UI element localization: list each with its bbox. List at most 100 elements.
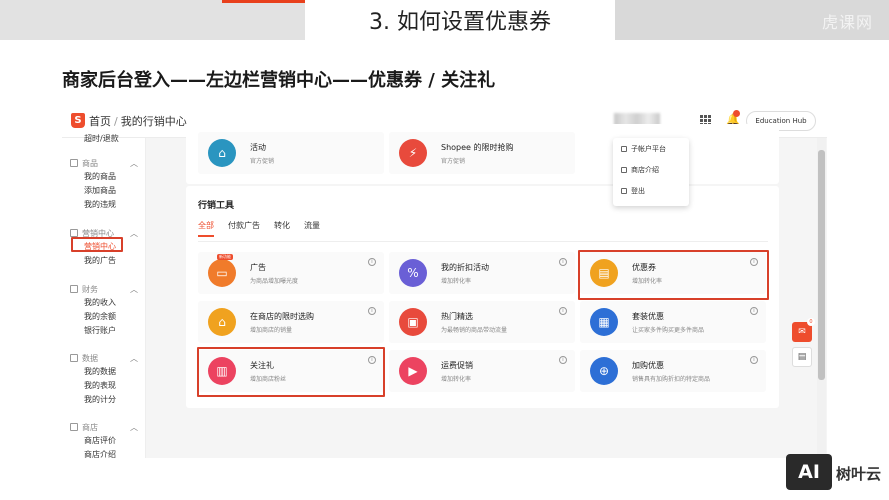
chevron-up-icon: ︿ xyxy=(130,229,138,238)
tool-bundle-deal[interactable]: ▦ 套装优惠 让买家多件购买更多件商品 i xyxy=(580,301,766,343)
chevron-up-icon: ︿ xyxy=(130,285,138,294)
shopee-logo-icon[interactable]: S xyxy=(71,113,85,128)
chevron-up-icon: ︿ xyxy=(130,354,138,363)
info-icon[interactable]: i xyxy=(559,258,567,266)
tool-desc: 官方促销 xyxy=(250,158,275,165)
slide-title: 3. 如何设置优惠券 xyxy=(305,0,615,40)
chart-icon xyxy=(70,354,78,362)
header-accent xyxy=(222,0,310,3)
sidebar-item-add-product[interactable]: 添加商品 xyxy=(62,184,146,198)
promotions-card: ⌂ 活动 官方促销 ⚡ Shopee 的限时抢购 官方促销 xyxy=(186,124,779,184)
info-icon[interactable]: i xyxy=(750,356,758,364)
new-badge: 新功能 xyxy=(217,254,233,260)
sidebar-item-my-data[interactable]: 我的数据 xyxy=(62,365,146,379)
voucher-highlight-box xyxy=(578,250,769,300)
shop-icon xyxy=(621,166,627,173)
shop-flash-icon: ⌂ xyxy=(208,308,236,336)
header-right-bar: 虎课网 xyxy=(615,0,889,40)
help-button[interactable]: ▤ xyxy=(792,347,812,367)
sidebar-highlight-box xyxy=(71,237,123,252)
chat-count: 0 xyxy=(807,318,815,326)
tool-name: 运费促销 xyxy=(441,361,473,370)
watermark: 虎课网 xyxy=(821,13,873,32)
scrollbar-thumb[interactable] xyxy=(818,150,825,380)
shop-icon xyxy=(70,423,78,431)
tool-ads[interactable]: ▭ 新功能 广告 为商品增加曝光度 i xyxy=(198,252,384,294)
tool-name: 加购优惠 xyxy=(632,361,664,370)
sidebar-group-header[interactable]: 数据 ︿ xyxy=(62,351,146,365)
tool-add-on-deal[interactable]: ⊕ 加购优惠 销售具有加购折扣的特定商品 i xyxy=(580,350,766,392)
chat-button[interactable]: ✉ 0 xyxy=(792,318,815,342)
ads-icon: ▭ xyxy=(208,259,236,287)
sidebar-item-shop-reviews[interactable]: 商店评价 xyxy=(62,434,146,448)
sidebar: 超时/退款 商品 ︿ 我的商品 添加商品 我的违规 营销中心 ︿ 营销中心 我的广告… xyxy=(62,134,146,458)
info-icon[interactable]: i xyxy=(368,307,376,315)
tool-discount[interactable]: % 我的折扣活动 增加转化率 i xyxy=(389,252,575,294)
wallet-icon xyxy=(70,285,78,293)
tool-top-picks[interactable]: ▣ 热门精选 为最畅销的商品带动流量 i xyxy=(389,301,575,343)
tool-name: 广告 xyxy=(250,263,266,272)
sidebar-item-clipped[interactable]: 超时/退款 xyxy=(62,132,119,146)
tool-name: Shopee 的限时抢购 xyxy=(441,143,514,152)
tab-paid-ads[interactable]: 付款广告 xyxy=(228,220,260,237)
tool-desc: 让买家多件购买更多件商品 xyxy=(632,327,705,334)
seller-center-window: S 首页 / 我的行销中心 🔔 Education Hub 超时/退款 商品 ︿ 我的… xyxy=(62,104,827,458)
sidebar-group-header[interactable]: 商店 ︿ xyxy=(62,420,146,434)
breadcrumb-current: 我的行销中心 xyxy=(120,115,187,128)
breadcrumb: 首页 / 我的行销中心 xyxy=(89,113,187,129)
divider xyxy=(198,241,768,242)
sidebar-group-products: 商品 ︿ 我的商品 添加商品 我的违规 xyxy=(62,156,146,212)
tool-desc: 官方促销 xyxy=(441,158,466,165)
breadcrumb-home[interactable]: 首页 xyxy=(89,115,111,128)
info-icon[interactable]: i xyxy=(750,307,758,315)
logout-icon xyxy=(621,187,627,194)
tool-name: 在商店的限时选购 xyxy=(250,312,314,321)
sidebar-group-finance: 财务 ︿ 我的收入 我的余额 银行账户 xyxy=(62,282,146,338)
slide-subtitle: 商家后台登入——左边栏营销中心——优惠券 / 关注礼 xyxy=(62,70,496,91)
tool-name: 热门精选 xyxy=(441,312,473,321)
user-icon xyxy=(621,145,627,152)
dropdown-item-sub-account[interactable]: 子帐户平台 xyxy=(613,138,689,159)
sidebar-item-performance[interactable]: 我的表现 xyxy=(62,379,146,393)
tool-desc: 增加转化率 xyxy=(441,376,472,383)
header-left-bar xyxy=(0,0,305,40)
sidebar-item-income[interactable]: 我的收入 xyxy=(62,296,146,310)
follow-prize-highlight-box xyxy=(197,347,385,397)
tool-desc: 为最畅销的商品带动流量 xyxy=(441,327,508,334)
tool-desc: 销售具有加购折扣的特定商品 xyxy=(632,376,711,383)
sidebar-item-violations[interactable]: 我的违规 xyxy=(62,198,146,212)
info-icon[interactable]: i xyxy=(368,258,376,266)
add-on-icon: ⊕ xyxy=(590,357,618,385)
sidebar-item-my-ads[interactable]: 我的广告 xyxy=(62,254,146,268)
sidebar-group-header[interactable]: 财务 ︿ xyxy=(62,282,146,296)
slide-header: 3. 如何设置优惠券 虎课网 xyxy=(0,0,889,40)
sidebar-item-shop-intro[interactable]: 商店介绍 xyxy=(62,448,146,458)
info-icon[interactable]: i xyxy=(559,356,567,364)
tab-traffic[interactable]: 流量 xyxy=(304,220,320,237)
tag-icon xyxy=(70,229,78,237)
sidebar-item-my-products[interactable]: 我的商品 xyxy=(62,170,146,184)
tool-name: 活动 xyxy=(250,143,266,152)
sidebar-group-header[interactable]: 商品 ︿ xyxy=(62,156,146,170)
notification-dot xyxy=(733,110,740,117)
flash-icon: ⚡ xyxy=(399,139,427,167)
tab-all[interactable]: 全部 xyxy=(198,220,214,237)
sidebar-item-balance[interactable]: 我的余额 xyxy=(62,310,146,324)
sidebar-item-score[interactable]: 我的计分 xyxy=(62,393,146,407)
info-icon[interactable]: i xyxy=(559,307,567,315)
tab-conversion[interactable]: 转化 xyxy=(274,220,290,237)
tool-campaigns[interactable]: ⌂ 活动 官方促销 xyxy=(198,132,384,174)
brand-name: 树叶云 xyxy=(836,465,882,483)
sidebar-item-bank-account[interactable]: 银行账户 xyxy=(62,324,146,338)
tool-flash-sale[interactable]: ⚡ Shopee 的限时抢购 官方促销 xyxy=(389,132,575,174)
dropdown-item-shop-intro[interactable]: 商店介绍 xyxy=(613,159,689,180)
dropdown-item-logout[interactable]: 登出 xyxy=(613,180,689,201)
tool-shipping-promo[interactable]: ▶ 运费促销 增加转化率 i xyxy=(389,350,575,392)
sidebar-group-shop: 商店 ︿ 商店评价 商店介绍 xyxy=(62,420,146,458)
account-dropdown: 子帐户平台 商店介绍 登出 xyxy=(613,138,689,206)
section-title: 行销工具 xyxy=(198,201,235,211)
breadcrumb-separator: / xyxy=(114,115,118,128)
sidebar-group-data: 数据 ︿ 我的数据 我的表现 我的计分 xyxy=(62,351,146,407)
tool-shop-flash-sale[interactable]: ⌂ 在商店的限时选购 增加商店的销量 i xyxy=(198,301,384,343)
scrollbar[interactable] xyxy=(817,138,826,458)
